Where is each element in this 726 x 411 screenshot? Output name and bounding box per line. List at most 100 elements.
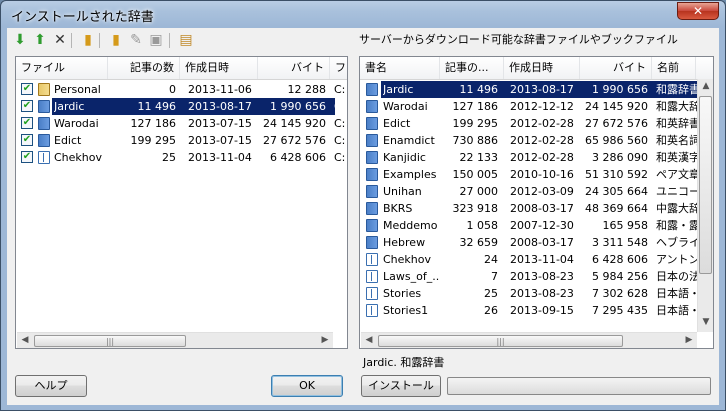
book-name: Enamdict xyxy=(383,134,435,147)
book-icon xyxy=(366,270,378,283)
install-progress-bar xyxy=(447,377,711,395)
checkbox[interactable]: ✔ xyxy=(21,83,33,95)
description: 日本の法律 xyxy=(656,270,697,283)
server-dictionaries-list[interactable]: 書名 記事の... 作成日時 バイト 名前 ▲ ▼ ◀ ||| ▶ Jardic 11 4… xyxy=(359,56,714,349)
server-horizontal-scrollbar[interactable]: ◀ ||| ▶ xyxy=(361,332,697,348)
book-name: Hebrew xyxy=(383,236,426,249)
column-header[interactable]: フ xyxy=(330,57,347,79)
description: 和英辞書 xyxy=(656,117,697,130)
install-button[interactable]: インストール xyxy=(361,375,441,397)
properties-icon[interactable]: ▤ xyxy=(177,31,195,49)
dictionary-icon xyxy=(38,100,50,113)
server-row[interactable]: BKRS 323 918 2008-03-17 48 369 664 中露大辞典 xyxy=(360,200,697,217)
server-row[interactable]: Hebrew 32 659 2008-03-17 3 311 548 ヘブライ語・ xyxy=(360,234,697,251)
download-icon[interactable]: ⬇ xyxy=(11,31,29,49)
byte-size: 51 310 592 xyxy=(585,168,648,181)
file-path: C: xyxy=(334,151,346,164)
description: 和露・露和 xyxy=(656,219,697,232)
description: 和英漢字辞 xyxy=(656,151,697,164)
byte-size: 1 990 656 xyxy=(270,100,326,113)
server-row[interactable]: Jardic 11 496 2013-08-17 1 990 656 和露辞書 xyxy=(360,81,697,98)
vertical-scroll-thumb[interactable] xyxy=(699,96,712,274)
installed-row[interactable]: ✔ Warodai 127 186 2013-07-15 24 145 920 C: xyxy=(16,115,347,132)
file-name: Jardic xyxy=(54,100,85,113)
server-row[interactable]: Warodai 127 186 2012-12-12 24 145 920 和露大辞典 xyxy=(360,98,697,115)
file-path: C: xyxy=(334,100,346,113)
dictionary-icon xyxy=(366,236,378,249)
byte-size: 27 672 576 xyxy=(585,117,648,130)
description: 日本語・英語 xyxy=(656,304,697,317)
column-header[interactable]: 作成日時 xyxy=(180,57,258,79)
article-count: 24 xyxy=(484,253,498,266)
scroll-down-arrow[interactable]: ▼ xyxy=(698,315,713,331)
scroll-up-arrow[interactable]: ▲ xyxy=(698,79,713,95)
server-row[interactable]: Kanjidic 22 133 2012-02-28 3 286 090 和英漢字辞 xyxy=(360,149,697,166)
scroll-thumb[interactable]: ||| xyxy=(378,335,623,347)
description: ペア文章辞 xyxy=(656,168,697,181)
new-dictionary-icon[interactable]: ▮ xyxy=(107,31,125,49)
book-name: Kanjidic xyxy=(383,151,426,164)
checkbox[interactable]: ✔ xyxy=(21,151,33,163)
article-count: 11 496 xyxy=(459,83,499,96)
server-row[interactable]: Enamdict 730 886 2012-02-28 65 986 560 和英名詞辞 xyxy=(360,132,697,149)
scroll-right-arrow[interactable]: ▶ xyxy=(681,333,697,348)
column-header[interactable]: ファイル xyxy=(16,57,108,79)
upload-icon[interactable]: ⬆ xyxy=(31,31,49,49)
book-icon xyxy=(38,151,50,164)
column-header[interactable]: 記事の... xyxy=(440,57,504,79)
byte-size: 165 958 xyxy=(602,219,649,232)
checkbox[interactable]: ✔ xyxy=(21,134,33,146)
edit-icon[interactable]: ✎ xyxy=(127,31,145,49)
column-header[interactable]: 書名 xyxy=(360,57,440,79)
checkbox[interactable]: ✔ xyxy=(21,100,33,112)
byte-size: 27 672 576 xyxy=(263,134,326,147)
book-name: Chekhov xyxy=(383,253,432,266)
created-date: 2008-03-17 xyxy=(510,236,574,249)
server-row[interactable]: Unihan 27 000 2012-03-09 24 305 664 ユニコード二 xyxy=(360,183,697,200)
byte-size: 6 428 606 xyxy=(270,151,326,164)
server-row[interactable]: Edict 199 295 2012-02-28 27 672 576 和英辞書 xyxy=(360,115,697,132)
toolbar-separator xyxy=(99,33,100,48)
article-count: 150 005 xyxy=(452,168,499,181)
installed-dictionaries-list[interactable]: ファイル 記事の数 作成日時 バイトフ ◀ ||| ▶ ✔ Personal 0 2013-… xyxy=(15,56,348,349)
column-header[interactable]: バイト xyxy=(580,57,652,79)
dictionary-icon xyxy=(366,202,378,215)
installed-row[interactable]: ✔ Personal 0 2013-11-06 12 288 C: xyxy=(16,81,347,98)
dictionary-icon[interactable]: ▮ xyxy=(79,31,97,49)
close-button[interactable]: ✕ xyxy=(677,2,719,20)
created-date: 2013-11-06 xyxy=(188,83,252,96)
installed-row[interactable]: ✔ Jardic 11 496 2013-08-17 1 990 656 C: xyxy=(16,98,347,115)
column-header[interactable]: 名前 xyxy=(652,57,696,79)
column-header[interactable]: 記事の数 xyxy=(108,57,180,79)
server-vertical-scrollbar[interactable]: ▲ ▼ xyxy=(697,79,713,332)
dictionary-icon xyxy=(366,168,378,181)
scroll-left-arrow[interactable]: ◀ xyxy=(17,333,33,348)
column-header[interactable]: バイト xyxy=(258,57,330,79)
delete-icon[interactable]: ✕ xyxy=(51,31,69,49)
article-count: 32 659 xyxy=(459,236,499,249)
server-row[interactable]: Laws_of_... 7 2013-08-23 5 984 256 日本の法律 xyxy=(360,268,697,285)
created-date: 2012-02-28 xyxy=(510,117,574,130)
dictionary-icon xyxy=(366,100,378,113)
server-row[interactable]: Meddemo 1 058 2007-12-30 165 958 和露・露和 xyxy=(360,217,697,234)
column-header[interactable]: 作成日時 xyxy=(504,57,580,79)
ok-button[interactable]: OK xyxy=(271,375,343,397)
scroll-left-arrow[interactable]: ◀ xyxy=(361,333,377,348)
description: 中露大辞典 xyxy=(656,202,697,215)
installed-horizontal-scrollbar[interactable]: ◀ ||| ▶ xyxy=(17,332,333,348)
server-row[interactable]: Examples 150 005 2010-10-16 51 310 592 ペア文章辞 xyxy=(360,166,697,183)
file-path: C: xyxy=(334,134,346,147)
file-name: Warodai xyxy=(54,117,99,130)
copy-icon[interactable]: ▣ xyxy=(147,31,165,49)
installed-row[interactable]: ✔ Edict 199 295 2013-07-15 27 672 576 C: xyxy=(16,132,347,149)
checkbox[interactable]: ✔ xyxy=(21,117,33,129)
scroll-thumb[interactable]: ||| xyxy=(34,335,186,347)
server-row[interactable]: Stories 25 2013-08-23 7 302 628 日本語・英語 xyxy=(360,285,697,302)
title-bar: インストールされた辞書 ✕ xyxy=(1,1,725,28)
scroll-right-arrow[interactable]: ▶ xyxy=(317,333,333,348)
server-row[interactable]: Stories1 26 2013-09-15 7 295 435 日本語・英語 xyxy=(360,302,697,319)
installed-row[interactable]: ✔ Chekhov 25 2013-11-04 6 428 606 C: xyxy=(16,149,347,166)
server-row[interactable]: Chekhov 24 2013-11-04 6 428 606 アントン・チェ xyxy=(360,251,697,268)
article-count: 730 886 xyxy=(452,134,499,147)
help-button[interactable]: ヘルプ xyxy=(15,375,87,397)
